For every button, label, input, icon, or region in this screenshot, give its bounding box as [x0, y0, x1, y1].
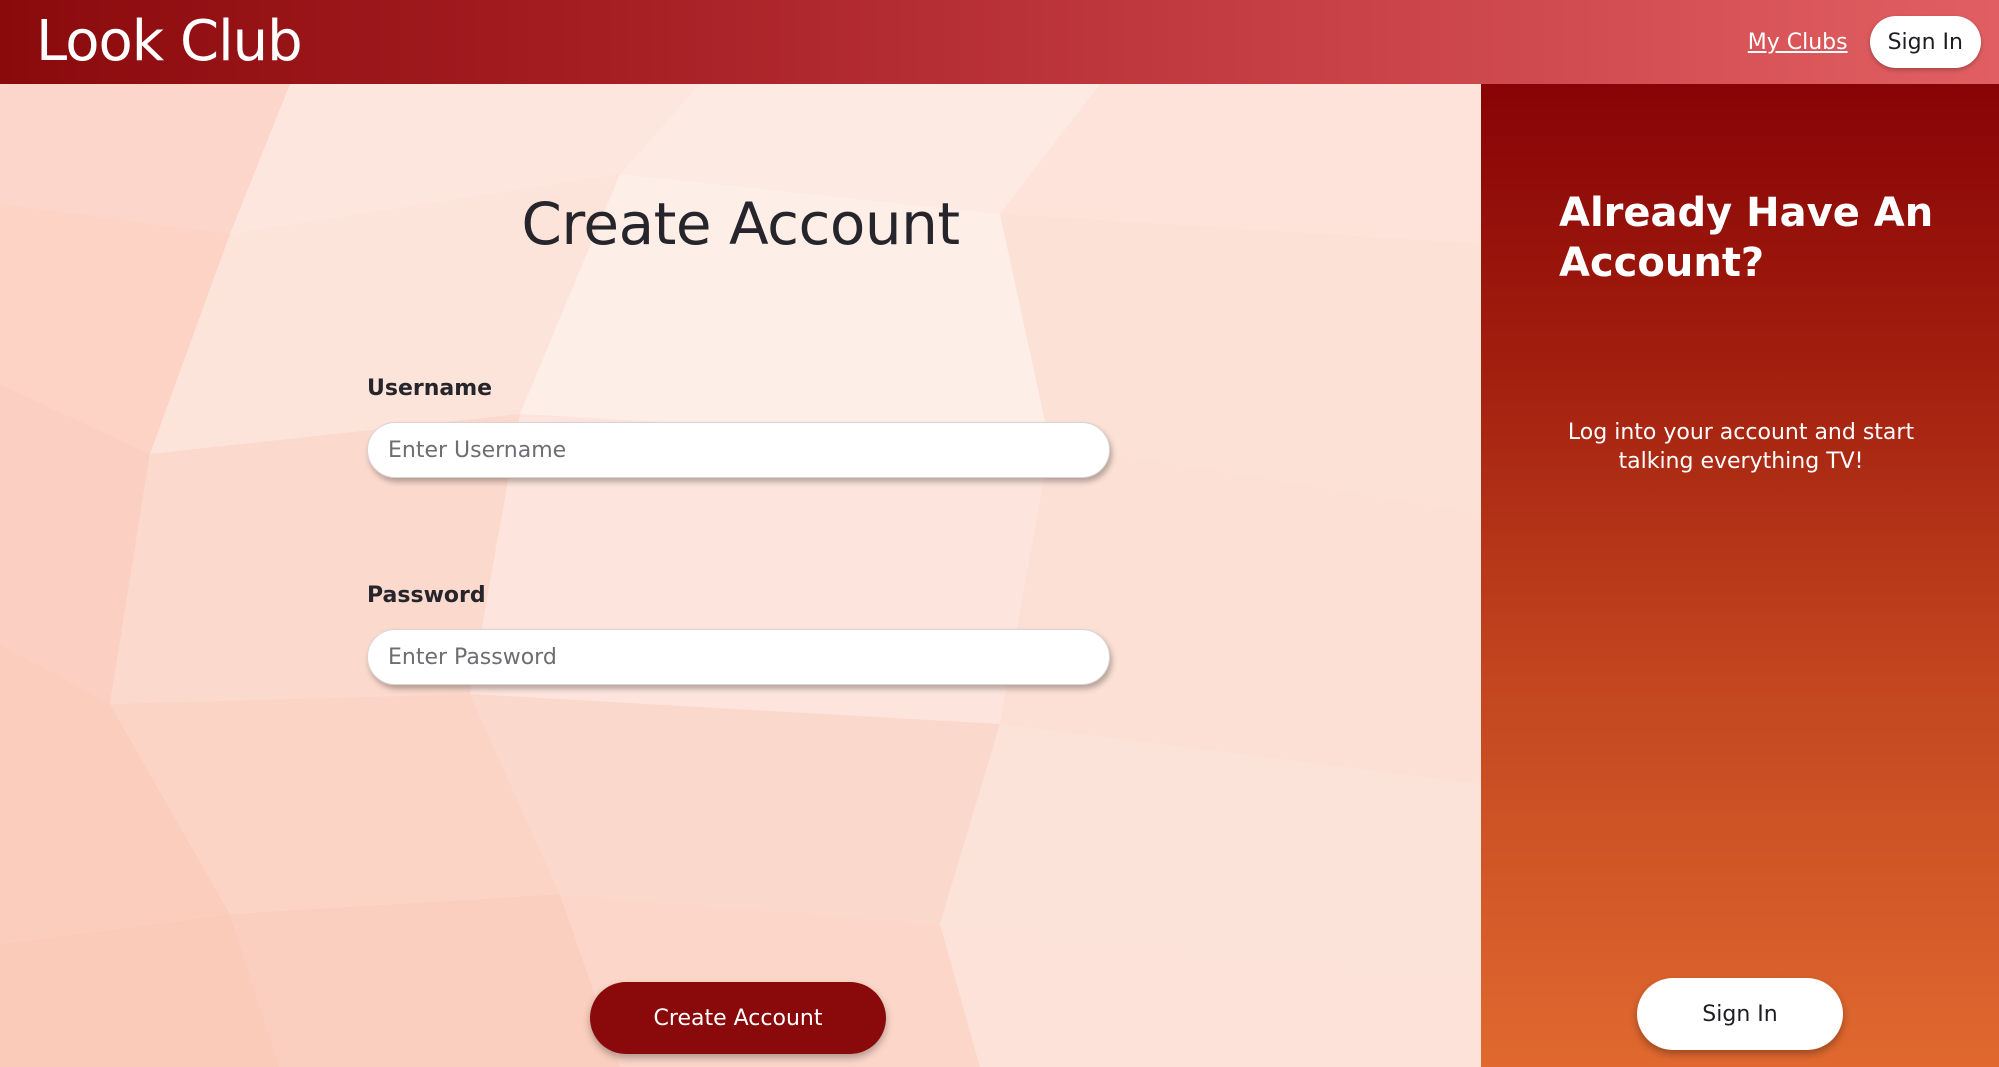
- password-label: Password: [367, 583, 486, 608]
- side-panel-text: Log into your account and start talking …: [1567, 420, 1915, 474]
- top-nav-bar: Look Club My Clubs Sign In: [0, 0, 1999, 84]
- sign-in-panel: Already Have An Account? Log into your a…: [1481, 84, 1999, 1067]
- nav-actions: My Clubs Sign In: [1748, 16, 1981, 68]
- create-account-section: Create Account Username Password Create …: [0, 84, 1481, 1067]
- password-input[interactable]: [367, 629, 1110, 685]
- username-input[interactable]: [367, 422, 1110, 478]
- side-panel-title: Already Have An Account?: [1559, 190, 1934, 286]
- my-clubs-link[interactable]: My Clubs: [1748, 30, 1848, 55]
- brand-logo[interactable]: Look Club: [36, 14, 303, 70]
- header-sign-in-button[interactable]: Sign In: [1869, 16, 1981, 68]
- username-label: Username: [367, 376, 493, 401]
- create-account-button[interactable]: Create Account: [590, 982, 886, 1054]
- form-container: Create Account Username Password Create …: [0, 84, 1481, 1067]
- page-title: Create Account: [521, 190, 960, 258]
- panel-sign-in-button[interactable]: Sign In: [1637, 978, 1843, 1050]
